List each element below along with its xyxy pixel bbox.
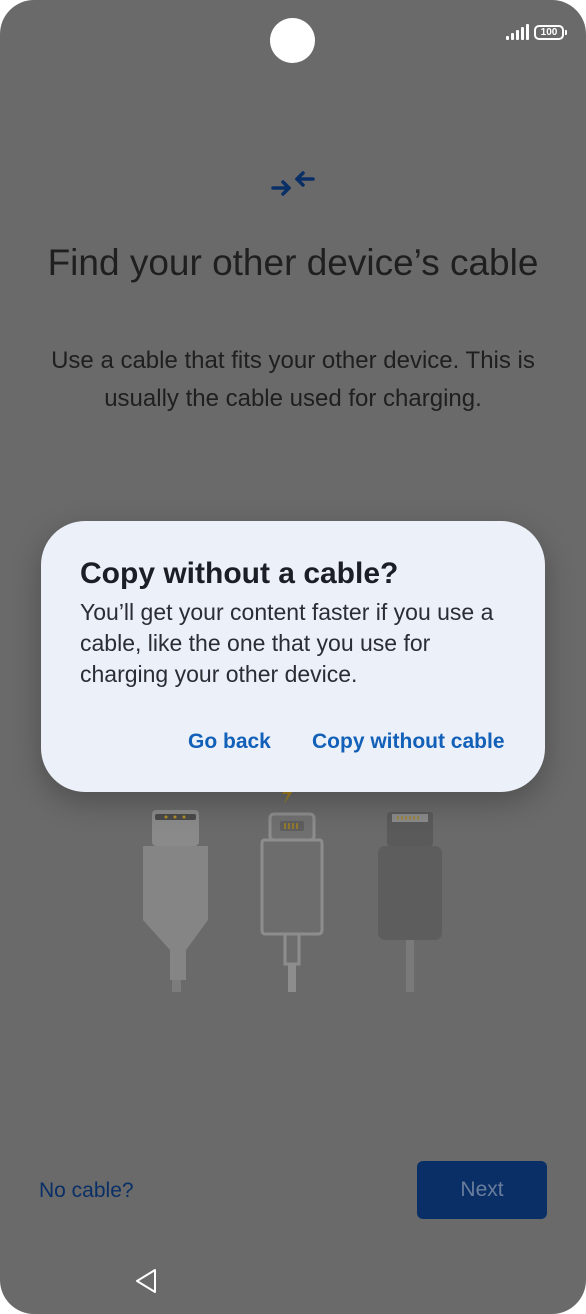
next-button[interactable]: Next bbox=[417, 1161, 547, 1219]
usb-c-cable bbox=[143, 810, 208, 992]
status-bar: 100 bbox=[506, 24, 567, 40]
cable-types-illustration bbox=[143, 780, 442, 992]
back-triangle-icon[interactable] bbox=[133, 1267, 159, 1295]
micro-usb-cable bbox=[378, 812, 442, 992]
phone-screen: 100 Find your other device’s cable Use a… bbox=[0, 0, 586, 1314]
signal-bars-icon bbox=[506, 24, 529, 40]
front-camera-cutout bbox=[270, 18, 315, 63]
copy-without-cable-button[interactable]: Copy without cable bbox=[312, 727, 505, 757]
transfer-arrows-icon bbox=[271, 171, 315, 196]
page-title: Find your other device’s cable bbox=[47, 242, 539, 283]
dialog-body: You’ll get your content faster if you us… bbox=[80, 599, 494, 687]
battery-level: 100 bbox=[540, 26, 558, 38]
dialog-title: Copy without a cable? bbox=[80, 557, 399, 590]
page-description: Use a cable that fits your other device.… bbox=[51, 347, 535, 412]
copy-without-cable-dialog: Copy without a cable? You’ll get your co… bbox=[41, 521, 545, 792]
lightning-cable bbox=[260, 812, 324, 992]
go-back-button[interactable]: Go back bbox=[188, 727, 271, 757]
no-cable-link[interactable]: No cable? bbox=[39, 1176, 134, 1206]
battery-icon: 100 bbox=[534, 24, 567, 40]
